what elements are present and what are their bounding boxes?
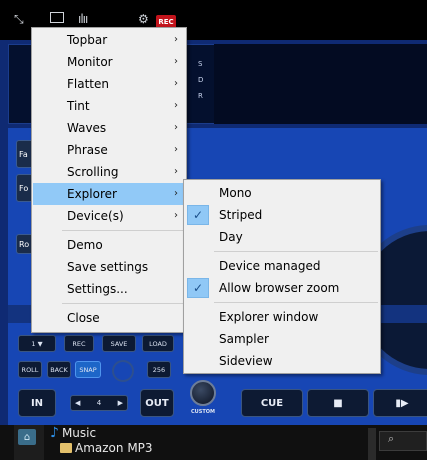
menu-item-label: Topbar [67,33,108,47]
bpm-button[interactable]: 256 [147,361,171,378]
menu-item-tint[interactable]: Tint › [33,95,185,117]
in-button[interactable]: IN [18,389,56,417]
menu-item-label: Scrolling [67,165,119,179]
submenu-arrow-icon: › [174,210,178,221]
menu-item-label: Sampler [219,332,269,346]
search-icon: ⌕ [388,432,395,445]
play-button[interactable]: ▮▶ [373,389,427,417]
menu-item-save-settings[interactable]: Save settings [33,256,185,278]
menu-item-label: Day [219,230,243,244]
menu-separator [62,230,184,231]
context-menu: Topbar › Monitor › Flatten › Tint › Waves › P… [31,27,187,333]
menu-item-label: Striped [219,208,263,222]
back-button[interactable]: BACK [47,361,71,378]
gear-icon[interactable]: ⚙ [138,12,149,26]
roll-button[interactable]: ROLL [18,361,42,378]
app-window: ⤡ ılıı ⚙ REC S D R Fa Fo Ro 1 ▼ REC SAVE… [0,0,427,460]
menu-item-label: Close [67,311,100,325]
custom-knob[interactable] [190,380,216,406]
submenu-arrow-icon: › [174,78,178,89]
submenu-arrow-icon: › [174,122,178,133]
menu-item-monitor[interactable]: Monitor › [33,51,185,73]
explorer-submenu: Mono ✓ Striped Day Device managed ✓ Allow … [183,179,381,374]
menu-item-settings[interactable]: Settings... [33,278,185,300]
menu-item-explorer[interactable]: Explorer › [33,183,185,205]
checkmark-icon: ✓ [187,205,209,225]
menu-item-label: Tint [67,99,90,113]
search-input[interactable]: ⌕ [379,431,427,451]
sdr-r-label[interactable]: R [198,92,203,100]
loop-length-control[interactable]: ◀ 4 ▶ [70,395,128,411]
browser-scrollbar[interactable] [368,428,376,460]
menu-item-day[interactable]: Day [185,226,379,248]
menu-item-close[interactable]: Close [33,307,185,329]
menu-item-allow-browser-zoom[interactable]: ✓ Allow browser zoom [185,277,379,299]
loop-left-icon[interactable]: ◀ [75,399,80,407]
menu-item-sampler[interactable]: Sampler [185,328,379,350]
out-button[interactable]: OUT [140,389,174,417]
submenu-arrow-icon: › [174,100,178,111]
stop-button[interactable]: ■ [307,389,369,417]
menu-separator [214,302,378,303]
menu-item-label: Sideview [219,354,273,368]
menu-item-mono[interactable]: Mono [185,182,379,204]
tree-item-amazon-mp3[interactable]: Amazon MP3 [60,441,153,455]
menu-item-devices[interactable]: Device(s) › [33,205,185,227]
tree-item-label: Music [61,426,97,440]
menu-item-label: Save settings [67,260,149,274]
submenu-arrow-icon: › [174,166,178,177]
menu-item-scrolling[interactable]: Scrolling › [33,161,185,183]
menu-item-label: Demo [67,238,103,252]
home-icon[interactable]: ⌂ [18,429,36,445]
move-icon[interactable]: ⤡ [14,12,24,27]
menu-item-label: Explorer [67,187,117,201]
submenu-arrow-icon: › [174,34,178,45]
loop-ring[interactable] [112,360,134,382]
custom-knob-label: CUSTOM [191,409,215,415]
music-note-icon: ♪ [50,425,59,441]
rec-button[interactable]: REC [64,335,94,352]
folder-icon [60,443,72,453]
menu-item-label: Phrase [67,143,108,157]
menu-item-waves[interactable]: Waves › [33,117,185,139]
snap-button[interactable]: SNAP [75,361,101,378]
deck-select[interactable]: 1 ▼ [18,335,56,352]
window-icon[interactable] [50,12,64,23]
menu-item-phrase[interactable]: Phrase › [33,139,185,161]
menu-item-label: Allow browser zoom [219,281,340,295]
waveform-display[interactable] [214,44,427,124]
menu-separator [214,251,378,252]
loop-right-icon[interactable]: ▶ [118,399,123,407]
menu-item-device-managed[interactable]: Device managed [185,255,379,277]
submenu-arrow-icon: › [174,144,178,155]
menu-item-explorer-window[interactable]: Explorer window [185,306,379,328]
menu-separator [62,303,184,304]
menu-item-label: Monitor [67,55,113,69]
menu-item-label: Explorer window [219,310,319,324]
loop-value: 4 [96,399,102,407]
menu-item-striped[interactable]: ✓ Striped [185,204,379,226]
save-button[interactable]: SAVE [102,335,136,352]
menu-item-label: Device managed [219,259,321,273]
menu-item-sideview[interactable]: Sideview [185,350,379,372]
sdr-d-label[interactable]: D [198,76,203,84]
menu-item-label: Mono [219,186,252,200]
sdr-s-label[interactable]: S [198,60,202,68]
menu-item-flatten[interactable]: Flatten › [33,73,185,95]
tree-item-label: Amazon MP3 [75,441,153,455]
waveform-icon[interactable]: ılıı [78,12,88,26]
menu-item-label: Flatten [67,77,109,91]
submenu-arrow-icon: › [174,188,178,199]
menu-item-label: Device(s) [67,209,124,223]
cue-button[interactable]: CUE [241,389,303,417]
load-button[interactable]: LOAD [142,335,174,352]
menu-item-label: Settings... [67,282,128,296]
submenu-arrow-icon: › [174,56,178,67]
menu-item-topbar[interactable]: Topbar › [33,29,185,51]
menu-item-label: Waves [67,121,107,135]
checkmark-icon: ✓ [187,278,209,298]
tree-item-music[interactable]: ♪ Music [50,425,96,441]
menu-item-demo[interactable]: Demo [33,234,185,256]
